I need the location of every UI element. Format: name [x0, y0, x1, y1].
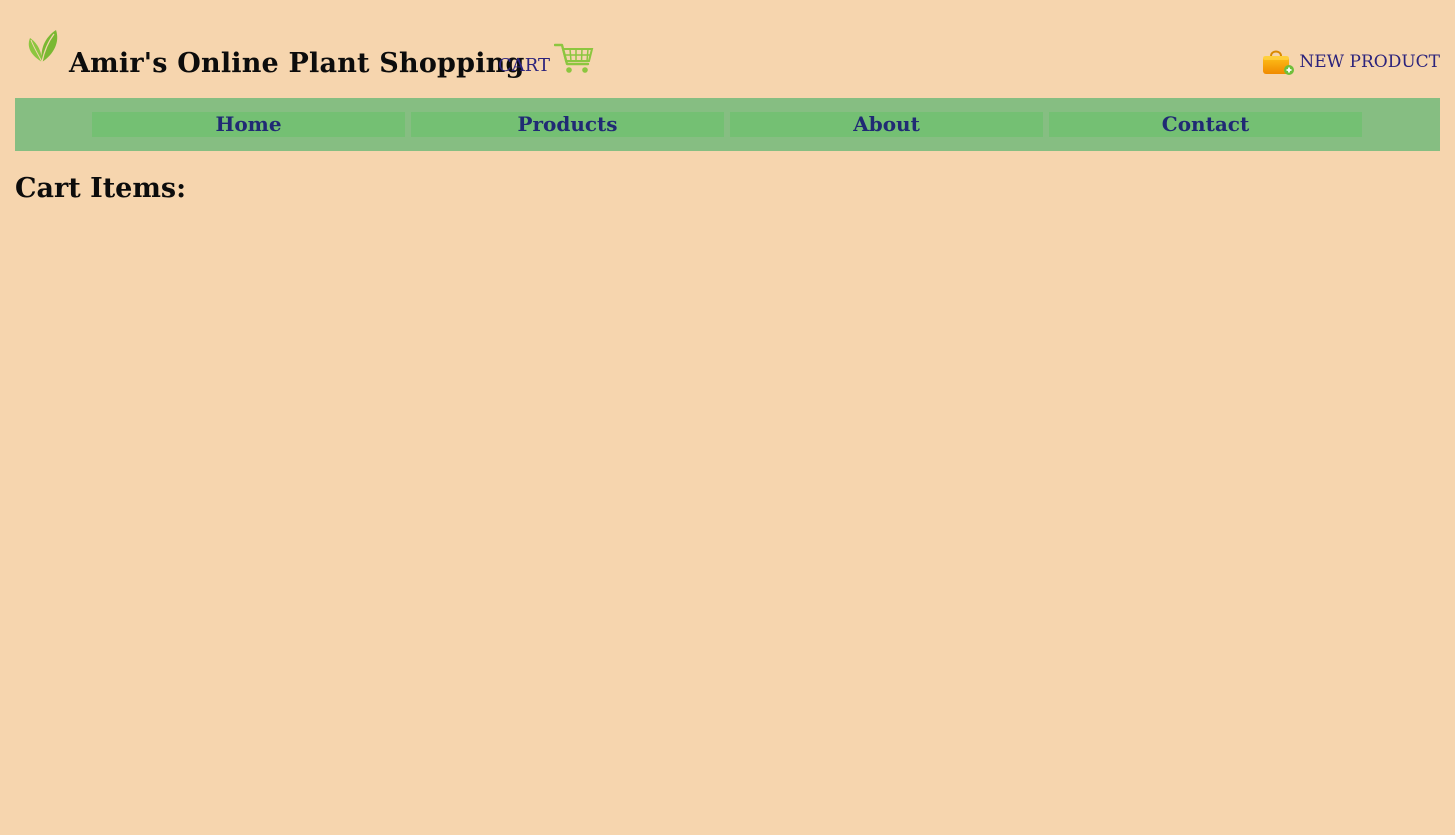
cart-link[interactable]: CART: [498, 42, 594, 76]
cart-label: CART: [498, 55, 551, 76]
site-header: Amir's Online Plant Shopping CART NEW PR…: [0, 0, 1455, 98]
nav-item-contact[interactable]: Contact: [1049, 112, 1362, 137]
nav-item-home[interactable]: Home: [92, 112, 405, 137]
site-title: Amir's Online Plant Shopping: [69, 48, 525, 79]
leaf-icon: [28, 30, 58, 63]
new-product-link[interactable]: NEW PRODUCT: [1261, 47, 1440, 77]
nav-item-products[interactable]: Products: [411, 112, 724, 137]
main-navbar: Home Products About Contact: [15, 98, 1440, 151]
shopping-bag-add-icon: [1263, 50, 1295, 75]
page: Amir's Online Plant Shopping CART NEW PR…: [0, 0, 1455, 835]
cart-items-heading: Cart Items:: [15, 173, 187, 204]
new-product-label: NEW PRODUCT: [1299, 52, 1440, 72]
shopping-cart-icon: [554, 43, 594, 73]
nav-item-about[interactable]: About: [730, 112, 1043, 137]
